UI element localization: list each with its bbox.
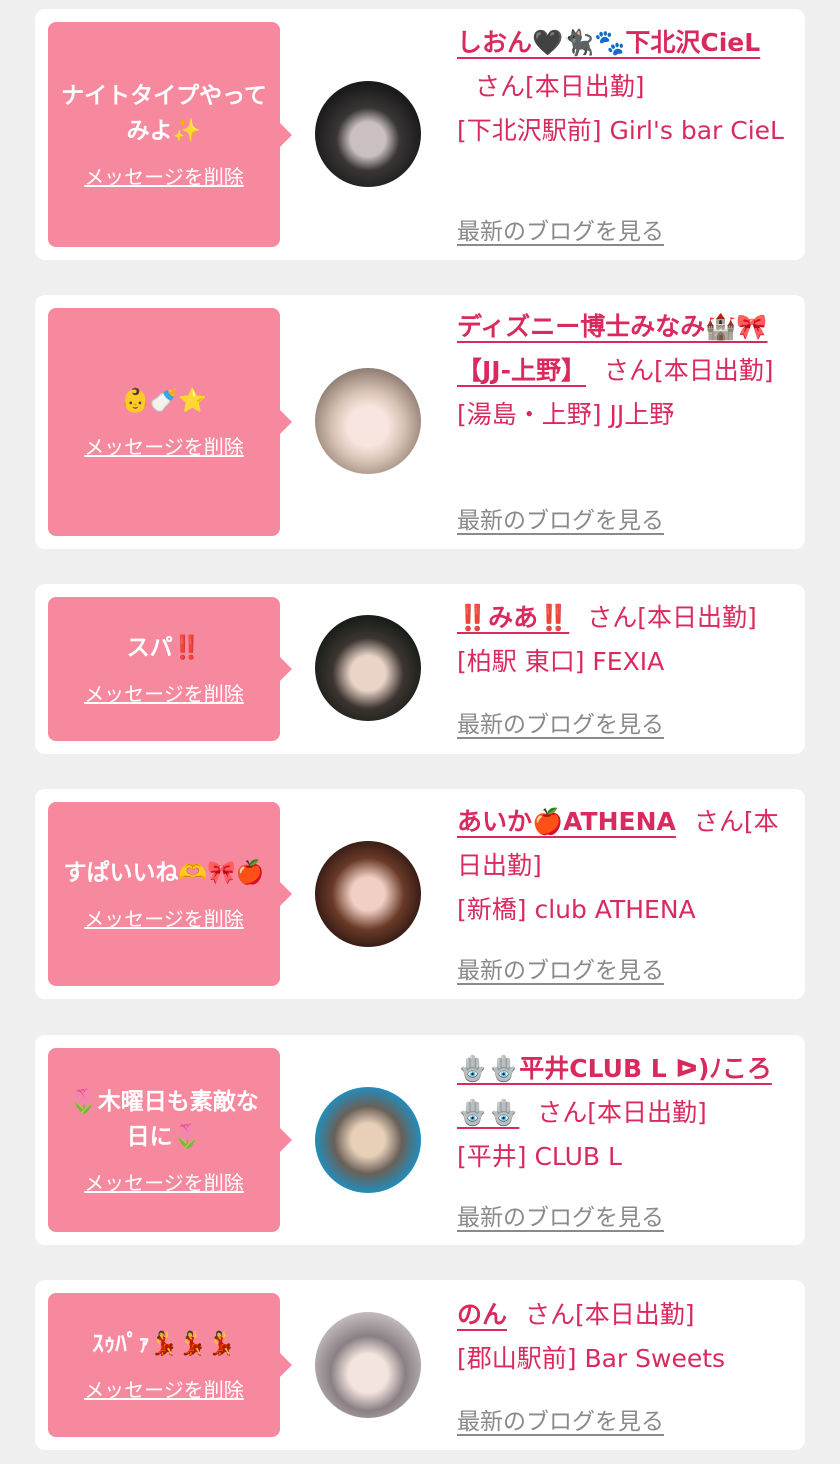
cast-info: ディズニー博士みなみ🏰🎀【JJ-上野】 さん[本日出勤] [湯島・上野] JJ上野: [457, 305, 797, 437]
blog-link[interactable]: 最新のブログを見る: [457, 1198, 664, 1232]
blog-link[interactable]: 最新のブログを見る: [457, 705, 664, 739]
shop-info: [新橋] club ATHENA: [457, 895, 696, 924]
message-text: スパ‼️: [126, 635, 202, 661]
message-text: すぱいいね🫶🎀🍎: [63, 860, 265, 886]
cast-name-link[interactable]: しおん🖤🐈‍⬛🐾下北沢CieL: [457, 28, 760, 57]
blog-link[interactable]: 最新のブログを見る: [457, 212, 664, 246]
cast-info: しおん🖤🐈‍⬛🐾下北沢CieL さん[本日出勤] [下北沢駅前] Girl's b…: [457, 21, 797, 153]
avatar[interactable]: [315, 615, 421, 721]
message-card: スパ‼️ メッセージを削除 ‼️みあ‼️ さん[本日出勤] [柏駅 東口] FEX…: [35, 584, 805, 754]
message-bubble: すぱいいね🫶🎀🍎 メッセージを削除: [48, 802, 292, 986]
avatar[interactable]: [315, 368, 421, 474]
message-card: ナイトタイプやってみよ✨ メッセージを削除 しおん🖤🐈‍⬛🐾下北沢CieL さん[…: [35, 9, 805, 260]
message-card: すぱいいね🫶🎀🍎 メッセージを削除 あいか🍎ATHENA さん[本日出勤] [新橋…: [35, 789, 805, 999]
delete-message-link[interactable]: メッセージを削除: [84, 161, 244, 190]
shop-info: [郡山駅前] Bar Sweets: [457, 1344, 726, 1373]
shop-info: [平井] CLUB L: [457, 1142, 622, 1171]
message-bubble: スパ‼️ メッセージを削除: [48, 597, 292, 741]
shop-info: [湯島・上野] JJ上野: [457, 400, 675, 429]
delete-message-link[interactable]: メッセージを削除: [84, 903, 244, 932]
delete-message-link[interactable]: メッセージを削除: [84, 431, 244, 460]
message-card: ｽｩﾊﾟｧ💃💃💃 メッセージを削除 のん さん[本日出勤] [郡山駅前] Bar …: [35, 1280, 805, 1450]
avatar[interactable]: [315, 841, 421, 947]
shop-info: [下北沢駅前] Girl's bar CieL: [457, 116, 784, 145]
cast-info: あいか🍎ATHENA さん[本日出勤] [新橋] club ATHENA: [457, 800, 797, 932]
avatar[interactable]: [315, 81, 421, 187]
delete-message-link[interactable]: メッセージを削除: [84, 678, 244, 707]
avatar[interactable]: [315, 1087, 421, 1193]
cast-name-link[interactable]: あいか🍎ATHENA: [457, 807, 676, 836]
cast-status: さん[本日出勤]: [603, 356, 774, 385]
cast-status: さん[本日出勤]: [475, 72, 645, 101]
message-card: 👶🍼⭐ メッセージを削除 ディズニー博士みなみ🏰🎀【JJ-上野】 さん[本日出勤]…: [35, 295, 805, 549]
message-bubble: ナイトタイプやってみよ✨ メッセージを削除: [48, 22, 292, 247]
shop-info: [柏駅 東口] FEXIA: [457, 647, 665, 676]
message-bubble: 🌷木曜日も素敵な日に🌷 メッセージを削除: [48, 1048, 292, 1232]
cast-info: 🪬🪬平井CLUB L ᐅ)ﾉころ🪬🪬 さん[本日出勤] [平井] CLUB L: [457, 1047, 797, 1179]
cast-name-link[interactable]: ‼️みあ‼️: [457, 603, 569, 632]
cast-info: のん さん[本日出勤] [郡山駅前] Bar Sweets: [457, 1293, 797, 1381]
delete-message-link[interactable]: メッセージを削除: [84, 1167, 244, 1196]
cast-name-link[interactable]: のん: [457, 1300, 507, 1329]
blog-link[interactable]: 最新のブログを見る: [457, 951, 664, 985]
cast-status: さん[本日出勤]: [537, 1098, 707, 1127]
message-text: 🌷木曜日も素敵な日に🌷: [69, 1088, 259, 1150]
message-text: ｽｩﾊﾟｧ💃💃💃: [92, 1331, 236, 1357]
message-bubble: 👶🍼⭐ メッセージを削除: [48, 308, 292, 536]
cast-status: さん[本日出勤]: [587, 603, 757, 632]
delete-message-link[interactable]: メッセージを削除: [84, 1374, 244, 1403]
message-bubble: ｽｩﾊﾟｧ💃💃💃 メッセージを削除: [48, 1293, 292, 1437]
blog-link[interactable]: 最新のブログを見る: [457, 1402, 664, 1436]
message-card: 🌷木曜日も素敵な日に🌷 メッセージを削除 🪬🪬平井CLUB L ᐅ)ﾉころ🪬🪬 さ…: [35, 1035, 805, 1245]
cast-status: さん[本日出勤]: [525, 1300, 695, 1329]
message-text: 👶🍼⭐: [121, 388, 207, 414]
blog-link[interactable]: 最新のブログを見る: [457, 501, 664, 535]
avatar[interactable]: [315, 1312, 421, 1418]
cast-info: ‼️みあ‼️ さん[本日出勤] [柏駅 東口] FEXIA: [457, 596, 797, 684]
message-text: ナイトタイプやってみよ✨: [61, 83, 267, 144]
